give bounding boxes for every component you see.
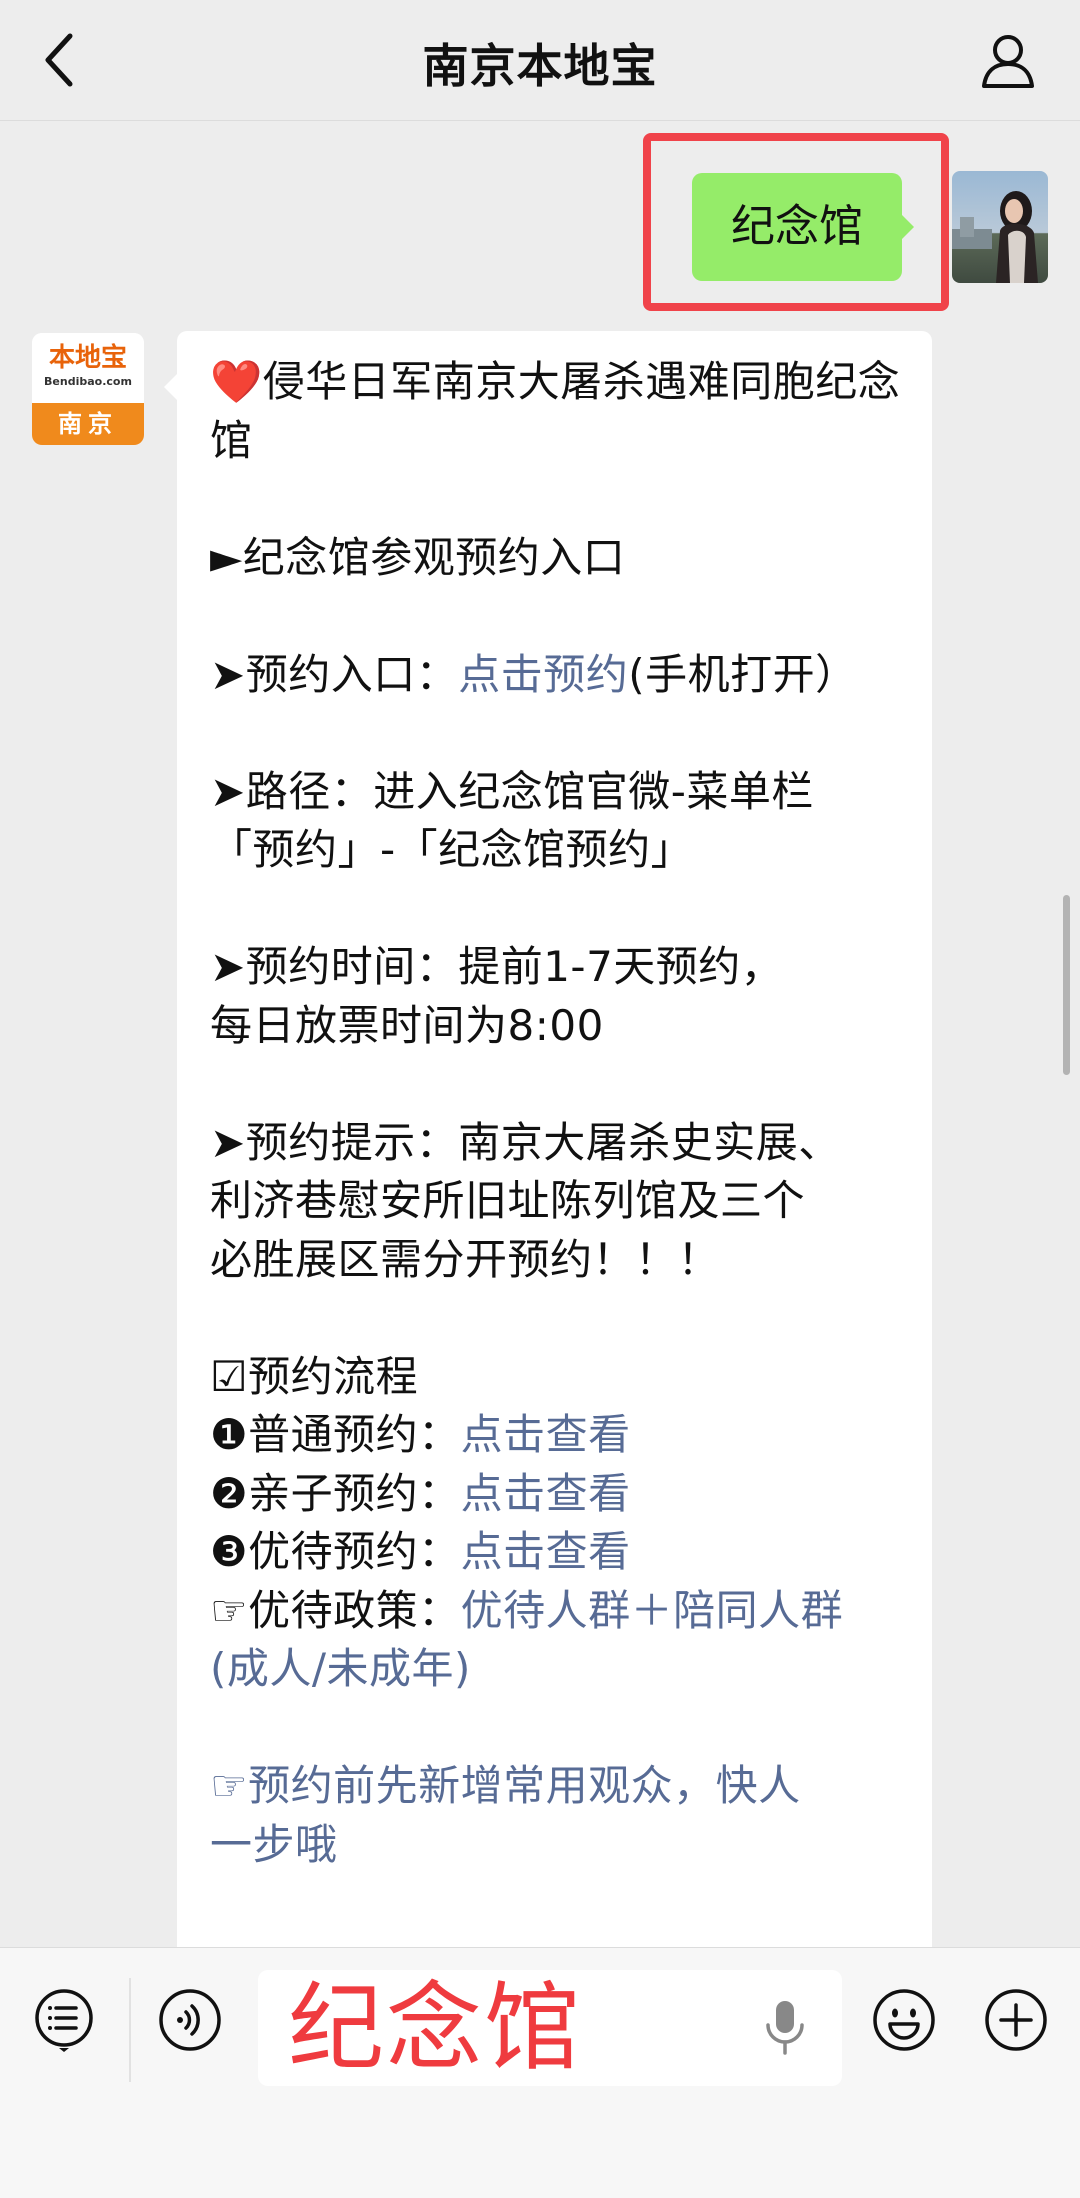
heart-icon: ❤️ — [210, 357, 263, 406]
section-title: ►纪念馆参观预约入口 — [210, 532, 626, 582]
view-link-family[interactable]: 点击查看 — [461, 1469, 631, 1518]
view-link-priority[interactable]: 点击查看 — [461, 1527, 631, 1576]
tip-line-2: 利济巷慰安所旧址陈列馆及三个 — [210, 1176, 806, 1225]
divider — [129, 1978, 131, 2082]
official-account-avatar[interactable]: 本地宝 Bendibao.com 南京 — [32, 333, 144, 445]
message-input[interactable]: 纪念馆 — [258, 1970, 842, 2086]
policy-line: ☞优待政策：优待人群＋陪同人群 — [210, 1585, 844, 1635]
avatar-logo: 本地宝 Bendibao.com — [32, 333, 144, 403]
voice-icon[interactable] — [158, 1988, 222, 2052]
received-message-text: ❤️侵华日军南京大屠杀遇难同胞纪念馆 ►纪念馆参观预约入口 ➤预约入口：点击预约… — [210, 353, 910, 1874]
avatar-city: 南京 — [32, 403, 144, 445]
path-line-2: 「预约」-「纪念馆预约」 — [210, 825, 694, 874]
time-line-1: ➤预约时间：提前1-7天预约， — [210, 942, 784, 991]
profile-icon[interactable] — [978, 30, 1038, 90]
chat-header: 南京本地宝 — [0, 0, 1080, 121]
entry-line: ➤预约入口：点击预约(手机打开） — [210, 649, 858, 699]
sent-message-bubble[interactable]: 纪念馆 — [692, 173, 902, 281]
avatar-domain: Bendibao.com — [44, 375, 132, 388]
flow-item-family: ❷亲子预约：点击查看 — [210, 1468, 631, 1518]
menu-icon[interactable] — [32, 1988, 96, 2052]
message-input-value: 纪念馆 — [288, 1972, 582, 2084]
sent-bubble-tail — [900, 213, 914, 241]
audience-link-1[interactable]: ☞预约前先新增常用观众，快人 — [210, 1757, 910, 1816]
received-bubble-tail — [164, 373, 178, 401]
policy-link-2[interactable]: (成人/未成年) — [210, 1640, 910, 1699]
user-avatar[interactable] — [952, 171, 1048, 283]
audience-link-2[interactable]: 一步哦 — [210, 1816, 910, 1875]
path-line-1: ➤路径：进入纪念馆官微-菜单栏 — [210, 766, 814, 816]
avatar-brand: 本地宝 — [48, 343, 127, 372]
plus-icon[interactable] — [984, 1988, 1048, 2052]
emoji-icon[interactable] — [872, 1988, 936, 2052]
mic-icon[interactable] — [760, 1997, 810, 2059]
input-bar: 纪念馆 — [0, 1947, 1080, 2198]
flow-item-priority: ❸优待预约：点击查看 — [210, 1527, 631, 1576]
flow-item-regular: ❶普通预约：点击查看 — [210, 1410, 631, 1459]
flow-title: ☑预约流程 — [210, 1351, 419, 1401]
tip-line-3: 必胜展区需分开预约！！！ — [210, 1234, 721, 1284]
policy-link[interactable]: 优待人群＋陪同人群 — [461, 1586, 844, 1635]
scrollbar[interactable] — [1063, 895, 1070, 1075]
view-link-regular[interactable]: 点击查看 — [461, 1410, 631, 1459]
reserve-link[interactable]: 点击预约 — [458, 650, 628, 699]
chat-title: 南京本地宝 — [422, 39, 658, 93]
tip-line-1: ➤预约提示：南京大屠杀史实展、 — [210, 1117, 841, 1167]
time-line-2: 每日放票时间为8:00 — [210, 1000, 604, 1050]
message-heading: ❤️侵华日军南京大屠杀遇难同胞纪念馆 — [210, 357, 901, 465]
